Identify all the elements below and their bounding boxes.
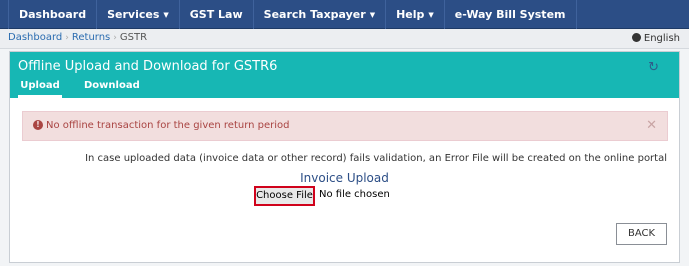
error-alert: ! No offline transaction for the given re… [22, 111, 668, 141]
breadcrumb-current: GSTR [119, 32, 148, 43]
chevron-down-icon: ▼ [428, 11, 434, 19]
chevron-down-icon: ▼ [369, 11, 376, 19]
nav-gst-law-label: GST Law [189, 8, 243, 21]
language-label: English [643, 33, 680, 44]
invoice-upload-title: Invoice Upload [300, 171, 389, 185]
nav-help-label: Help [396, 8, 425, 21]
choose-file-button[interactable]: Choose File [254, 186, 315, 206]
language-selector[interactable]: English [631, 32, 680, 44]
alert-message-row: ! No offline transaction for the given re… [33, 120, 290, 131]
breadcrumb-returns[interactable]: Returns [72, 32, 110, 43]
breadcrumb: Dashboard › Returns › GSTR [8, 32, 147, 43]
exclamation-circle-icon: ! [33, 120, 43, 130]
nav-dashboard-label: Dashboard [19, 8, 87, 21]
top-navigation: Dashboard Services ▼ GST Law Search Taxpa… [0, 0, 689, 29]
breadcrumb-separator: › [113, 33, 117, 43]
nav-services[interactable]: Services ▼ [97, 0, 180, 29]
validation-info-text: In case uploaded data (invoice data or o… [85, 153, 667, 164]
back-button[interactable]: BACK [616, 223, 667, 245]
nav-gst-law[interactable]: GST Law [180, 0, 254, 29]
card-header: Offline Upload and Download for GSTR6 ↻ … [10, 52, 679, 98]
nav-search-taxpayer[interactable]: Search Taxpayer ▼ [254, 0, 387, 29]
globe-icon [631, 33, 641, 42]
tab-upload[interactable]: Upload [18, 79, 62, 98]
nav-dashboard[interactable]: Dashboard [8, 0, 98, 29]
nav-help[interactable]: Help ▼ [386, 0, 445, 29]
nav-eway-bill-label: e-Way Bill System [454, 8, 566, 21]
offline-upload-card: Offline Upload and Download for GSTR6 ↻ … [9, 51, 680, 263]
nav-services-label: Services [107, 8, 160, 21]
breadcrumb-bar: Dashboard › Returns › GSTR English [0, 29, 689, 49]
nav-search-taxpayer-label: Search Taxpayer [263, 8, 366, 21]
refresh-icon[interactable]: ↻ [648, 60, 659, 75]
breadcrumb-separator: › [65, 33, 69, 43]
tab-download[interactable]: Download [84, 79, 140, 98]
page-title: Offline Upload and Download for GSTR6 [18, 59, 278, 74]
nav-eway-bill[interactable]: e-Way Bill System [445, 0, 577, 29]
close-icon[interactable]: ✕ [646, 118, 657, 133]
breadcrumb-dashboard[interactable]: Dashboard [8, 32, 62, 43]
alert-message: No offline transaction for the given ret… [46, 120, 290, 131]
choose-file-label: Choose File [256, 190, 313, 201]
no-file-chosen-text: No file chosen [319, 189, 390, 200]
chevron-down-icon: ▼ [163, 11, 169, 19]
